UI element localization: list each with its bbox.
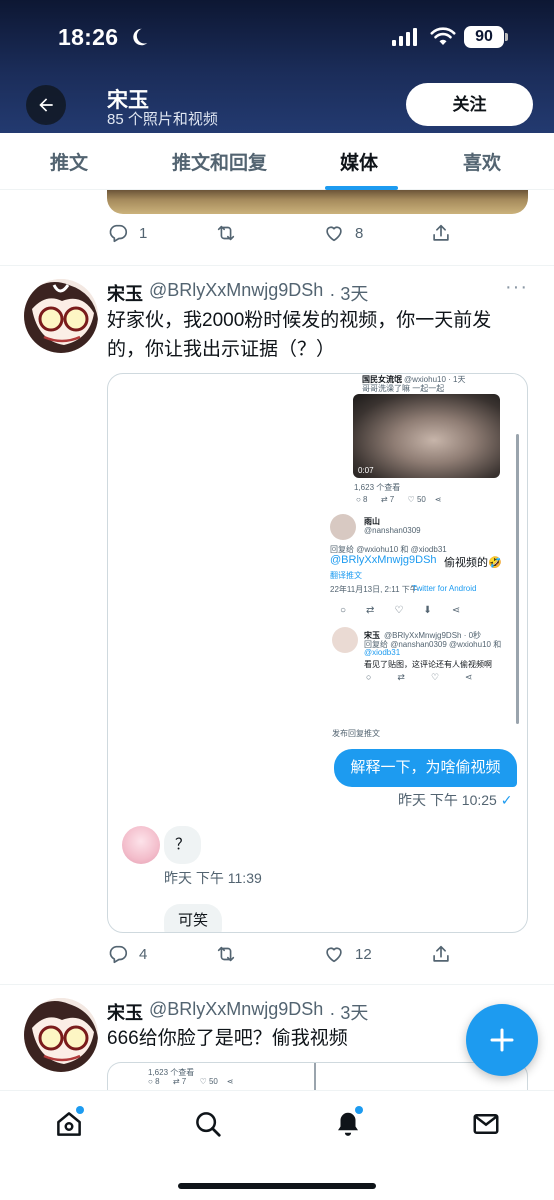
compose-plus-icon [490, 1028, 514, 1052]
notification-dot [355, 1106, 363, 1114]
retweet-icon [217, 225, 235, 241]
back-button[interactable] [26, 85, 66, 125]
like-icon [326, 947, 342, 963]
ss-c-text: 看见了贴图，这评论还有人偷视频啊 [364, 660, 492, 669]
share-icon [433, 945, 449, 962]
share-button[interactable] [430, 943, 452, 965]
status-bar: 18:26 90 [0, 22, 554, 56]
cellular-signal-icon [392, 28, 417, 46]
retweet-button[interactable] [215, 943, 237, 965]
avatar[interactable] [24, 998, 98, 1072]
chat-avatar [122, 826, 160, 864]
ss-b-source: Twitter for Android [412, 584, 477, 593]
ss-likes: 50 [416, 495, 426, 504]
reply-icon [109, 945, 128, 964]
ss-b-actions: ○⇄♡⬇⋖ [340, 605, 481, 616]
status-time: 18:26 [58, 24, 119, 50]
moon-icon [133, 28, 148, 46]
chat-sent-time: 昨天 下午 10:25 ✓ [398, 790, 512, 810]
chat-message-received-2: 可笑 [164, 904, 222, 932]
reply-count: 4 [139, 945, 148, 963]
tweet-text: 666给你脸了是吧？偷我视频 [107, 1028, 348, 1049]
tweet-timestamp: · 3天 [329, 284, 369, 304]
tab-tweets[interactable]: 推文 [50, 148, 88, 175]
like-icon [326, 226, 342, 242]
follow-button[interactable]: 关注 [406, 83, 533, 126]
battery-indicator: 90 [464, 26, 508, 48]
ss-rt: 7 [389, 495, 395, 504]
share-button[interactable] [430, 222, 452, 244]
tweet-author-name[interactable]: 宋玉 [107, 999, 143, 1025]
tweet-header: 宋玉 @BRlyXxMnwjg9DSh · 3天 [107, 280, 368, 306]
tweet-divider [0, 984, 554, 985]
ss-c-avatar [332, 627, 358, 653]
tweet-author-handle[interactable]: @BRlyXxMnwjg9DSh [149, 999, 323, 1025]
profile-header: 18:26 90 宋玉 85 个照片和视频 关注 [0, 0, 554, 133]
tab-media[interactable]: 媒体 [340, 148, 378, 175]
previous-tweet-actions: 1 8 [0, 222, 554, 252]
ss2-rt: 7 [181, 1077, 187, 1086]
search-icon[interactable] [193, 1109, 223, 1139]
like-count: 12 [355, 945, 372, 963]
ss2-replies: 8 [155, 1077, 160, 1086]
reply-button[interactable]: 4 [107, 943, 147, 965]
reply-button[interactable]: 1 [107, 222, 147, 244]
ss-scrollbar [516, 434, 519, 724]
ss-b-translate: 翻译推文 [330, 571, 362, 580]
tweet-author-name[interactable]: 宋玉 [107, 280, 143, 306]
home-indicator [178, 1183, 376, 1189]
tweet-media-image[interactable]: 国民女流氓 @wxiohu10 · 1天 哥哥洗澡了嘛 一起一起 0:07 1,… [107, 373, 528, 933]
wifi-icon [430, 27, 456, 45]
home-notification-dot [76, 1106, 84, 1114]
ss-b-date: 22年11月13日, 2:11 下午 · [330, 585, 423, 594]
ss2-likes: 50 [208, 1077, 218, 1086]
ss-b-avatar [330, 514, 356, 540]
avatar-illustration [24, 998, 98, 1072]
chat-sent-time-text: 昨天 下午 10:25 [398, 792, 497, 808]
like-count: 8 [355, 224, 364, 242]
ss-b-handle: @nanshan0309 [364, 526, 421, 535]
reply-count: 1 [139, 224, 148, 242]
chat-message-sent: 解释一下，为啥偷视频 [334, 749, 517, 787]
like-button[interactable]: 12 [323, 943, 372, 965]
reply-icon [109, 224, 128, 243]
tweet-author-handle[interactable]: @BRlyXxMnwjg9DSh [149, 280, 323, 306]
profile-tabs: 推文 推文和回复 媒体 喜欢 [0, 133, 554, 190]
check-icon: ✓ [500, 792, 513, 808]
ss-b-text: 偷视频的🤣 [444, 557, 502, 569]
share-icon [433, 224, 449, 241]
ss-c-actions: ○⇄♡⋖ [366, 672, 499, 682]
compose-tweet-button[interactable] [466, 1004, 538, 1076]
ss-views: 1,623 个查看 [354, 483, 401, 492]
bottom-navigation [0, 1090, 554, 1200]
ss-reply-prompt: 发布回复推文 [332, 729, 380, 738]
like-button[interactable]: 8 [323, 222, 363, 244]
ss-a-text: 哥哥洗澡了嘛 一起一起 [362, 384, 445, 393]
previous-tweet-media[interactable] [107, 190, 528, 214]
ss-c-replying2: @xiodb31 [364, 648, 401, 657]
tweet-header: 宋玉 @BRlyXxMnwjg9DSh · 3天 [107, 999, 368, 1025]
chat-message-received: ？ [164, 826, 201, 864]
ss-video-time: 0:07 [358, 466, 374, 475]
tab-tweets-and-replies[interactable]: 推文和回复 [172, 148, 267, 175]
tweet-text: 好家伙，我2000粉时候发的视频，你一天前发的，你让我出示证据（？） [107, 310, 492, 360]
ss-video-thumbnail [353, 394, 500, 478]
mail-icon[interactable] [471, 1109, 501, 1139]
ss2-actions: ○ 8 ⇄ 7 ♡ 50 ⋖ [148, 1077, 234, 1086]
media-count: 85 个照片和视频 [107, 111, 218, 128]
retweet-icon [217, 946, 235, 962]
tweet-timestamp: · 3天 [329, 1003, 369, 1023]
chat-received-time: 昨天 下午 11:39 [164, 870, 262, 886]
back-arrow-icon [39, 98, 53, 112]
avatar-illustration [24, 279, 98, 353]
avatar[interactable] [24, 279, 98, 353]
tweet-more-button[interactable]: ··· [505, 276, 528, 299]
ss-actions-row: ○ 8 ⇄ 7 ♡ 50 ⋖ [356, 495, 442, 504]
tweet-actions: 4 12 [0, 943, 554, 973]
tab-likes[interactable]: 喜欢 [463, 148, 501, 175]
retweet-button[interactable] [215, 222, 237, 244]
embedded-screenshot: 国民女流氓 @wxiohu10 · 1天 哥哥洗澡了嘛 一起一起 0:07 1,… [326, 374, 520, 738]
ss-b-text-handle: @BRlyXxMnwjg9DSh [330, 554, 437, 566]
tweet-divider [0, 265, 554, 266]
